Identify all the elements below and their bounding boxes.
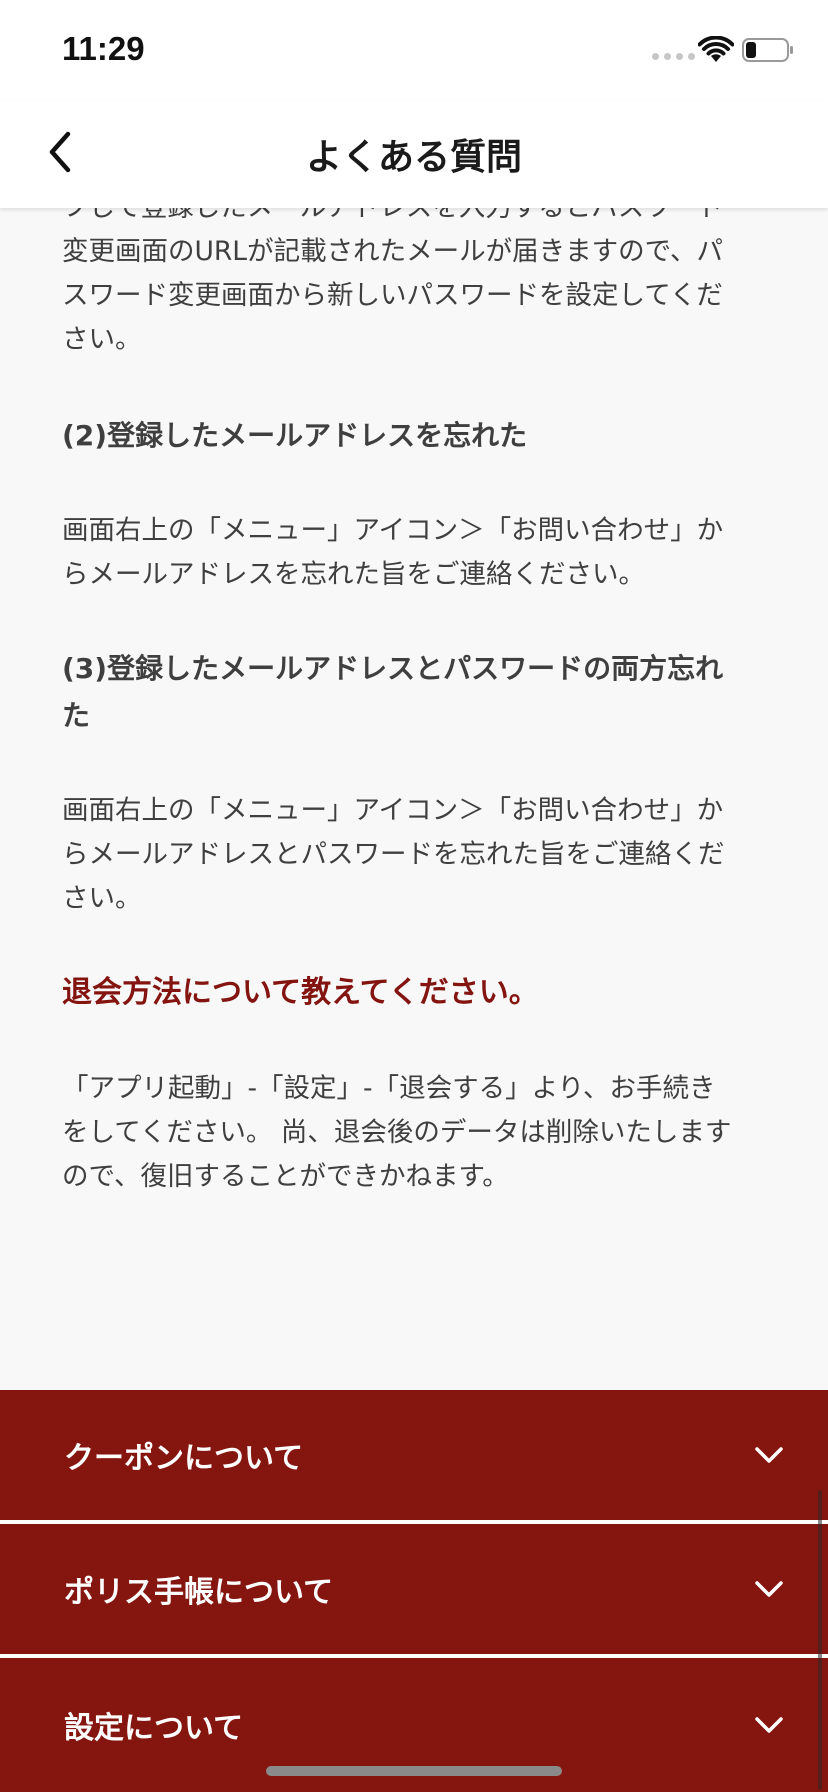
faq-question: 退会方法について教えてください。 xyxy=(62,975,539,1010)
chevron-down-icon xyxy=(755,1581,783,1597)
text-line: さい。 xyxy=(62,883,142,914)
text-line: らメールアドレスを忘れた旨をご連絡ください。 xyxy=(62,559,645,590)
text-line: 「アプリ起動」-「設定」-「退会する」より、お手続き xyxy=(62,1073,716,1104)
faq-content[interactable]: フして登録したメールアドレスを入力するとパスワード 変更画面のURLが記載された… xyxy=(0,208,828,1390)
sub-body-2: 画面右上の「メニュー」アイコン＞「お問い合わせ」か らメールアドレスを忘れた旨を… xyxy=(62,509,766,597)
scrollbar[interactable] xyxy=(818,1490,822,1790)
status-time: 11:29 xyxy=(62,30,145,67)
category-label: クーポンについて xyxy=(64,1441,304,1476)
status-bar: 11:29 xyxy=(0,0,828,100)
answer-paragraph-partial: フして登録したメールアドレスを入力するとパスワード 変更画面のURLが記載された… xyxy=(62,208,766,362)
text-line: 変更画面のURLが記載されたメールが届きますので、パ xyxy=(62,236,724,267)
wifi-icon xyxy=(698,36,734,62)
category-coupon[interactable]: クーポンについて xyxy=(0,1390,828,1520)
text-line: 画面右上の「メニュー」アイコン＞「お問い合わせ」か xyxy=(62,795,724,826)
text-line: スワード変更画面から新しいパスワードを設定してくだ xyxy=(62,280,723,311)
text-line: をしてください。 尚、退会後のデータは削除いたします xyxy=(62,1117,732,1148)
text-line: (3)登録したメールアドレスとパスワードの両方忘れ xyxy=(62,652,724,685)
faq-categories: クーポンについて ポリス手帳について 設定について xyxy=(0,1390,828,1792)
sub-heading-2: (2)登録したメールアドレスを忘れた xyxy=(62,419,528,452)
chevron-down-icon xyxy=(755,1717,783,1733)
text-line: ので、復旧することができかねます。 xyxy=(62,1161,509,1192)
text-line: らメールアドレスとパスワードを忘れた旨をご連絡くだ xyxy=(62,839,725,870)
home-indicator[interactable] xyxy=(266,1766,562,1776)
faq-answer: 「アプリ起動」-「設定」-「退会する」より、お手続き をしてください。 尚、退会… xyxy=(62,1067,766,1199)
category-label: ポリス手帳について xyxy=(64,1575,334,1610)
text-line: た xyxy=(62,699,91,732)
text-line: さい。 xyxy=(62,324,142,355)
cellular-signal-icon xyxy=(652,53,695,60)
page-title: よくある質問 xyxy=(305,137,522,178)
sub-heading-3: (3)登録したメールアドレスとパスワードの両方忘れ た xyxy=(62,645,766,739)
nav-header: よくある質問 xyxy=(0,100,828,208)
category-label: 設定について xyxy=(64,1711,244,1746)
battery-icon xyxy=(742,38,793,62)
text-line: 画面右上の「メニュー」アイコン＞「お問い合わせ」か xyxy=(62,515,724,546)
text-line: フして登録したメールアドレスを入力するとパスワード xyxy=(62,208,766,230)
category-police-notebook[interactable]: ポリス手帳について xyxy=(0,1524,828,1654)
sub-body-3: 画面右上の「メニュー」アイコン＞「お問い合わせ」か らメールアドレスとパスワード… xyxy=(62,789,766,921)
chevron-down-icon xyxy=(755,1447,783,1463)
